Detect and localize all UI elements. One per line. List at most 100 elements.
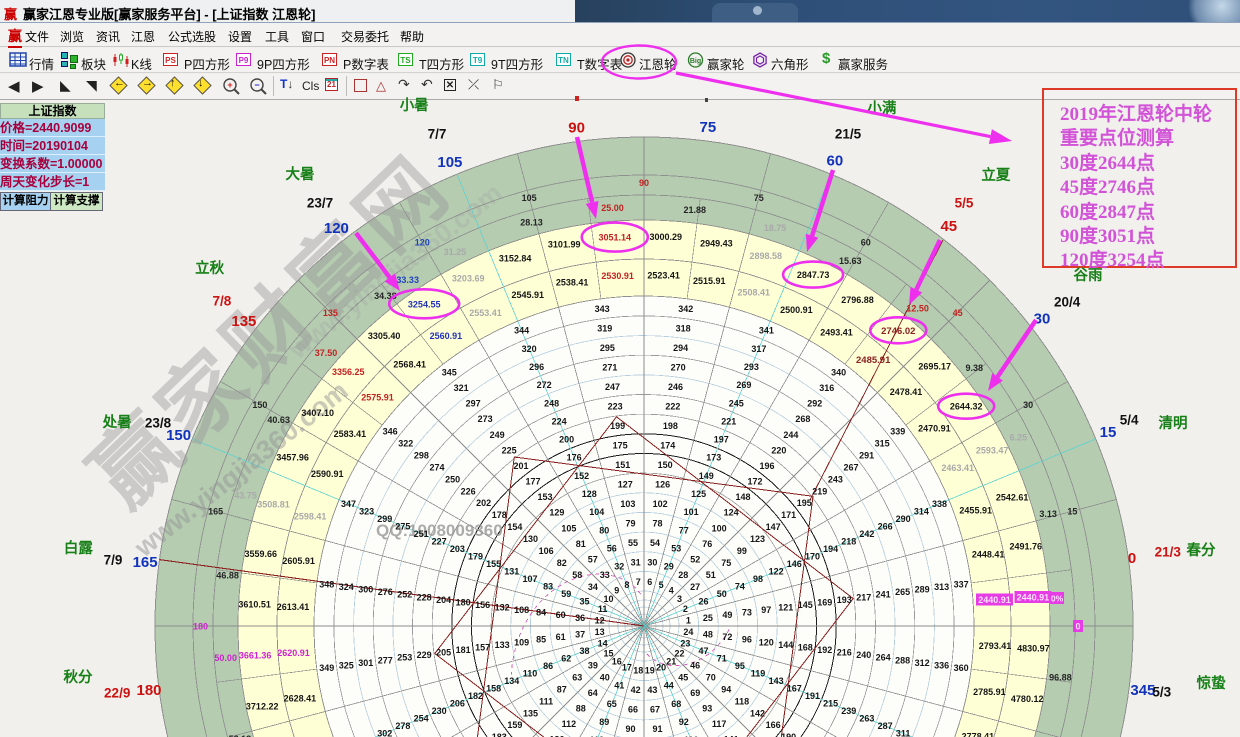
svg-text:72: 72 <box>722 632 732 642</box>
svg-text:16: 16 <box>612 657 622 667</box>
svg-text:128: 128 <box>582 489 597 499</box>
svg-text:122: 122 <box>769 567 784 577</box>
svg-text:5: 5 <box>659 580 664 590</box>
svg-text:3.13: 3.13 <box>1039 509 1057 519</box>
svg-text:45: 45 <box>678 672 688 682</box>
svg-text:2530.91: 2530.91 <box>601 271 634 281</box>
svg-text:75: 75 <box>721 558 731 568</box>
svg-text:340: 340 <box>831 367 846 377</box>
svg-text:198: 198 <box>663 421 678 431</box>
svg-text:12: 12 <box>595 615 605 625</box>
svg-text:228: 228 <box>417 592 432 602</box>
svg-text:67: 67 <box>650 705 660 715</box>
svg-text:13: 13 <box>595 627 605 637</box>
svg-text:2620.91: 2620.91 <box>277 648 310 658</box>
svg-text:102: 102 <box>653 499 668 509</box>
svg-text:155: 155 <box>486 559 501 569</box>
svg-text:112: 112 <box>562 719 577 729</box>
svg-text:201: 201 <box>513 461 528 471</box>
svg-text:31: 31 <box>631 557 641 567</box>
svg-text:313: 313 <box>934 582 949 592</box>
svg-text:2493.41: 2493.41 <box>820 327 853 337</box>
svg-text:+: + <box>227 80 232 90</box>
svg-text:190: 190 <box>781 732 796 737</box>
svg-text:299: 299 <box>377 514 392 524</box>
svg-text:119: 119 <box>751 668 766 678</box>
svg-text:www.yingjia360.com: www.yingjia360.com <box>128 375 353 563</box>
svg-text:39: 39 <box>588 660 598 670</box>
svg-text:41: 41 <box>614 681 624 691</box>
svg-text:21: 21 <box>666 657 676 667</box>
svg-text:惊蛰: 惊蛰 <box>1197 674 1226 692</box>
svg-text:48: 48 <box>703 630 713 640</box>
svg-text:84: 84 <box>536 608 546 618</box>
svg-text:15.63: 15.63 <box>839 256 862 266</box>
svg-text:58: 58 <box>572 570 582 580</box>
svg-text:176: 176 <box>567 453 582 463</box>
svg-text:95: 95 <box>735 661 745 671</box>
svg-text:89: 89 <box>599 717 609 727</box>
svg-text:0: 0 <box>1128 550 1136 567</box>
svg-text:9.38: 9.38 <box>966 363 984 373</box>
svg-text:159: 159 <box>507 720 522 730</box>
svg-text:194: 194 <box>823 544 838 554</box>
svg-text:265: 265 <box>895 587 910 597</box>
svg-text:2644.32: 2644.32 <box>950 402 983 412</box>
svg-text:59: 59 <box>561 589 571 599</box>
svg-text:173: 173 <box>706 453 721 463</box>
svg-text:96.88: 96.88 <box>1049 672 1072 682</box>
svg-text:52: 52 <box>690 555 700 565</box>
svg-text:108: 108 <box>514 605 529 615</box>
svg-text:301: 301 <box>358 658 373 668</box>
svg-text:57: 57 <box>588 555 598 565</box>
svg-text:130: 130 <box>523 534 538 544</box>
svg-text:172: 172 <box>747 477 762 487</box>
svg-text:94: 94 <box>721 684 731 694</box>
svg-text:3000.29: 3000.29 <box>650 232 683 242</box>
svg-text:90: 90 <box>639 178 649 188</box>
svg-text:105: 105 <box>522 193 537 203</box>
svg-text:244: 244 <box>783 430 798 440</box>
svg-text:134: 134 <box>504 676 519 686</box>
svg-text:28: 28 <box>678 570 688 580</box>
svg-text:80: 80 <box>599 525 609 535</box>
svg-text:195: 195 <box>797 498 812 508</box>
svg-text:152: 152 <box>574 471 589 481</box>
svg-text:180: 180 <box>193 622 208 632</box>
svg-text:2523.41: 2523.41 <box>647 271 680 281</box>
svg-text:276: 276 <box>378 587 393 597</box>
svg-text:2448.41: 2448.41 <box>972 550 1005 560</box>
svg-text:150: 150 <box>166 427 191 444</box>
svg-text:300: 300 <box>358 585 373 595</box>
svg-text:287: 287 <box>878 721 893 731</box>
svg-text:120: 120 <box>324 220 349 237</box>
svg-text:66: 66 <box>628 705 638 715</box>
svg-text:145: 145 <box>798 600 813 610</box>
svg-text:205: 205 <box>436 648 451 658</box>
svg-text:60: 60 <box>556 610 566 620</box>
svg-text:93: 93 <box>702 704 712 714</box>
svg-text:31.25: 31.25 <box>444 247 467 257</box>
svg-text:−: − <box>254 80 259 90</box>
svg-text:316: 316 <box>819 383 834 393</box>
svg-text:121: 121 <box>778 603 793 613</box>
svg-text:344: 344 <box>514 326 529 336</box>
svg-text:273: 273 <box>478 414 493 424</box>
svg-text:2538.41: 2538.41 <box>556 277 589 287</box>
svg-text:296: 296 <box>529 362 544 372</box>
svg-text:23: 23 <box>680 638 690 648</box>
svg-text:293: 293 <box>744 362 759 372</box>
svg-text:47: 47 <box>698 646 708 656</box>
svg-text:43: 43 <box>647 685 657 695</box>
svg-text:144: 144 <box>778 640 793 650</box>
svg-text:291: 291 <box>859 450 874 460</box>
svg-text:77: 77 <box>679 525 689 535</box>
svg-text:132: 132 <box>495 603 510 613</box>
svg-text:36: 36 <box>575 613 585 623</box>
svg-text:250: 250 <box>445 474 460 484</box>
svg-text:131: 131 <box>504 567 519 577</box>
svg-text:87: 87 <box>557 684 567 694</box>
svg-text:319: 319 <box>597 324 612 334</box>
svg-text:3051.14: 3051.14 <box>599 233 632 243</box>
svg-text:14: 14 <box>598 638 608 648</box>
